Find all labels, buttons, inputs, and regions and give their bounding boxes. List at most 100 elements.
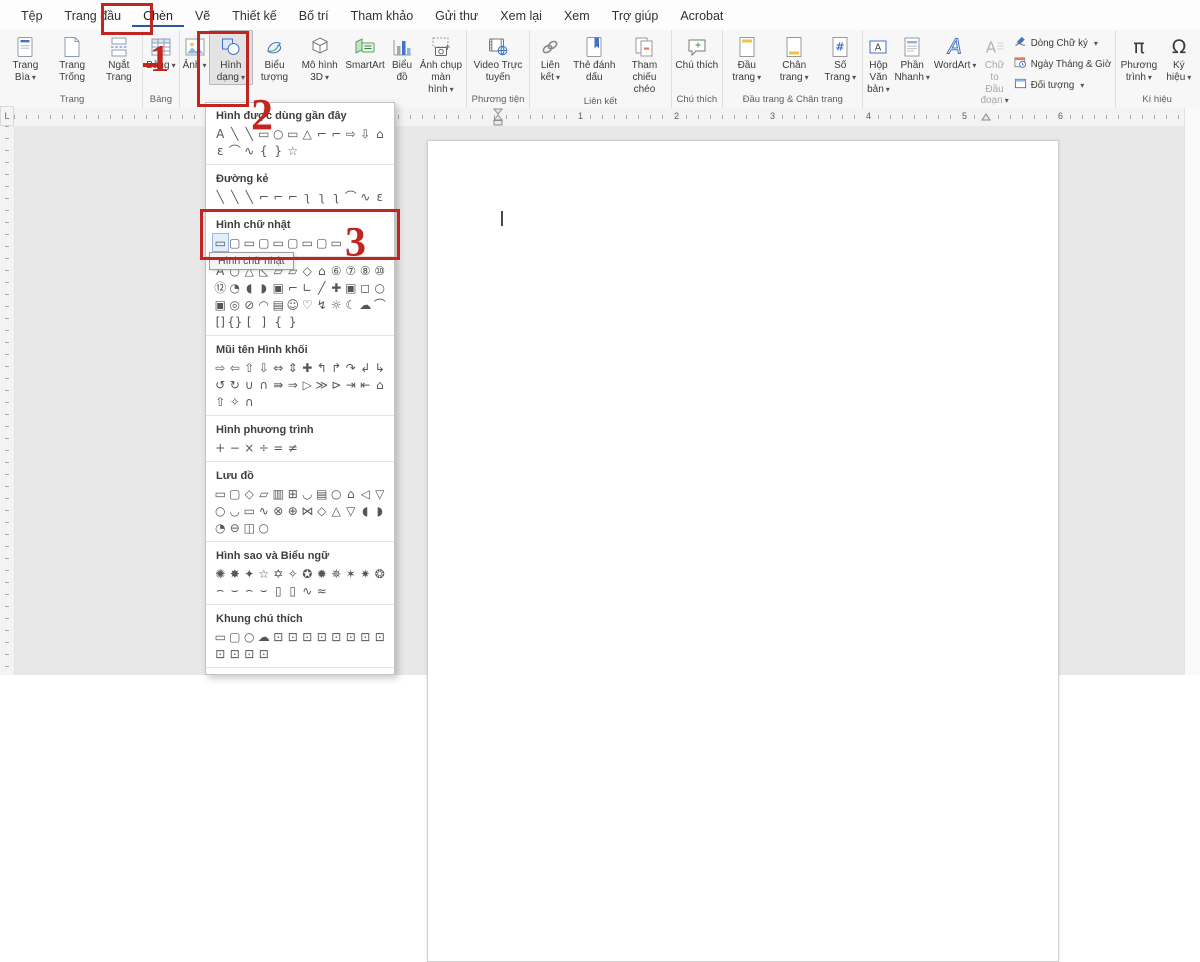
menu-tab-trang-dau[interactable]: Trang đầu [54, 3, 133, 27]
shape-cell[interactable]: } [271, 142, 286, 159]
symbol-button[interactable]: Ω Ký hiệu [1161, 30, 1197, 84]
shape-cell[interactable]: ▢ [228, 234, 243, 251]
shape-cell[interactable]: ▢ [315, 234, 330, 251]
shape-cell[interactable]: ▯ [286, 582, 301, 599]
shape-cell[interactable]: ☆ [286, 142, 301, 159]
shape-cell[interactable]: ⊡ [271, 628, 286, 645]
shape-cell[interactable]: ▢ [228, 485, 243, 502]
drop-cap-button[interactable]: A Chữ to Đầu đoạn [978, 30, 1010, 107]
shape-cell[interactable]: ⊡ [242, 645, 257, 662]
chart-button[interactable]: Biểu đồ [387, 30, 417, 84]
menu-tab-bo-tri[interactable]: Bố trí [288, 3, 340, 27]
shape-cell[interactable]: ▣ [271, 279, 286, 296]
right-indent-marker[interactable] [980, 112, 992, 122]
document-page[interactable] [427, 140, 1059, 962]
shape-cell[interactable]: ▭ [213, 628, 228, 645]
model-3d-button[interactable]: Mô hình 3D [296, 30, 343, 84]
shape-cell[interactable]: ⑧ [358, 262, 373, 279]
shape-cell[interactable]: ⊡ [257, 645, 272, 662]
shape-cell[interactable]: ▭ [213, 234, 228, 251]
menu-tab-chen[interactable]: Chèn [132, 3, 184, 27]
shape-cell[interactable]: ◖ [242, 279, 257, 296]
footer-button[interactable]: Chân trang [769, 30, 819, 84]
shape-cell[interactable]: ∿ [257, 502, 272, 519]
shape-cell[interactable]: ▢ [228, 628, 243, 645]
shape-cell[interactable]: ✸ [228, 565, 243, 582]
icons-button[interactable]: Biểu tượng [253, 30, 296, 84]
shape-cell[interactable]: ⇤ [358, 376, 373, 393]
shape-cell[interactable]: △ [300, 125, 315, 142]
shape-cell[interactable]: ◇ [300, 262, 315, 279]
shape-cell[interactable]: ⊳ [329, 376, 344, 393]
shape-cell[interactable]: ○ [213, 502, 228, 519]
shape-cell[interactable]: ⊖ [228, 519, 243, 536]
shape-cell[interactable]: ▽ [344, 502, 359, 519]
shape-cell[interactable]: } [286, 313, 301, 330]
shape-cell[interactable]: ʅ [329, 188, 344, 205]
shape-cell[interactable]: ∟ [300, 279, 315, 296]
shape-cell[interactable]: ◠ [257, 296, 272, 313]
shape-cell[interactable]: ⊡ [344, 628, 359, 645]
shape-cell[interactable]: ▭ [257, 125, 272, 142]
comment-button[interactable]: Chú thích [673, 30, 720, 72]
shape-cell[interactable]: A [213, 125, 228, 142]
shape-cell[interactable]: ◡ [228, 502, 243, 519]
shape-cell[interactable]: ✧ [228, 393, 243, 410]
shape-cell[interactable]: ⇒ [286, 376, 301, 393]
shape-cell[interactable]: ❂ [373, 565, 388, 582]
signature-line-button[interactable]: Dòng Chữ ký [1011, 34, 1115, 52]
shape-cell[interactable]: ⊡ [315, 628, 330, 645]
shape-cell[interactable]: ⇥ [344, 376, 359, 393]
object-button[interactable]: Đối tượng [1011, 76, 1115, 94]
picture-button[interactable]: Ảnh [181, 30, 209, 72]
shape-cell[interactable]: ⊡ [358, 628, 373, 645]
shape-cell[interactable]: ε [213, 142, 228, 159]
shape-cell[interactable]: ⇕ [286, 359, 301, 376]
shape-cell[interactable]: ⊞ [286, 485, 301, 502]
shape-cell[interactable]: ▤ [315, 485, 330, 502]
shape-cell[interactable]: ʅ [300, 188, 315, 205]
shape-cell[interactable]: ⊡ [213, 645, 228, 662]
date-time-button[interactable]: Ngày Tháng & Giờ [1011, 55, 1115, 73]
shape-cell[interactable]: ⊡ [300, 628, 315, 645]
shape-cell[interactable]: ÷ [257, 439, 272, 456]
shape-cell[interactable]: ⊡ [286, 628, 301, 645]
shape-cell[interactable]: ◔ [213, 519, 228, 536]
shape-cell[interactable]: ⇔ [271, 359, 286, 376]
shape-cell[interactable]: ◇ [242, 485, 257, 502]
shape-cell[interactable]: ✡ [271, 565, 286, 582]
shape-cell[interactable]: ⊘ [242, 296, 257, 313]
scrollbar-track[interactable] [1184, 108, 1200, 675]
shape-cell[interactable]: ▭ [271, 234, 286, 251]
shape-cell[interactable]: ∩ [242, 393, 257, 410]
menu-tab-thiet-ke[interactable]: Thiết kế [221, 3, 287, 27]
shape-cell[interactable]: ◻ [358, 279, 373, 296]
shape-cell[interactable]: { [271, 313, 286, 330]
shape-cell[interactable]: ▤ [271, 296, 286, 313]
vertical-ruler[interactable] [0, 126, 15, 675]
shape-cell[interactable]: ⌣ [257, 582, 272, 599]
shape-cell[interactable]: [ [242, 313, 257, 330]
shape-cell[interactable]: ▢ [286, 234, 301, 251]
cover-page-button[interactable]: Trang Bìa [3, 30, 48, 84]
shape-cell[interactable]: − [228, 439, 243, 456]
quick-parts-button[interactable]: Phần Nhanh [892, 30, 931, 84]
shape-cell[interactable]: ✪ [300, 565, 315, 582]
shapes-button[interactable]: Hình dạng [209, 30, 254, 85]
shape-cell[interactable]: ∿ [358, 188, 373, 205]
shape-cell[interactable]: ╲ [228, 188, 243, 205]
shape-cell[interactable]: ⇧ [242, 359, 257, 376]
menu-tab-gui-thu[interactable]: Gửi thư [424, 3, 489, 27]
shape-cell[interactable]: ↰ [315, 359, 330, 376]
menu-tab-tro-giup[interactable]: Trợ giúp [601, 3, 670, 27]
shape-cell[interactable]: ╲ [242, 125, 257, 142]
shape-cell[interactable]: ✧ [286, 565, 301, 582]
shape-cell[interactable]: ⌂ [373, 125, 388, 142]
shape-cell[interactable]: ☁ [358, 296, 373, 313]
shape-cell[interactable]: ▱ [257, 485, 272, 502]
shape-cell[interactable]: ⊡ [228, 645, 243, 662]
page-break-button[interactable]: Ngắt Trang [96, 30, 141, 84]
shape-cell[interactable]: {} [228, 313, 243, 330]
shape-cell[interactable]: ⑩ [373, 262, 388, 279]
shape-cell[interactable]: ╱ [315, 279, 330, 296]
